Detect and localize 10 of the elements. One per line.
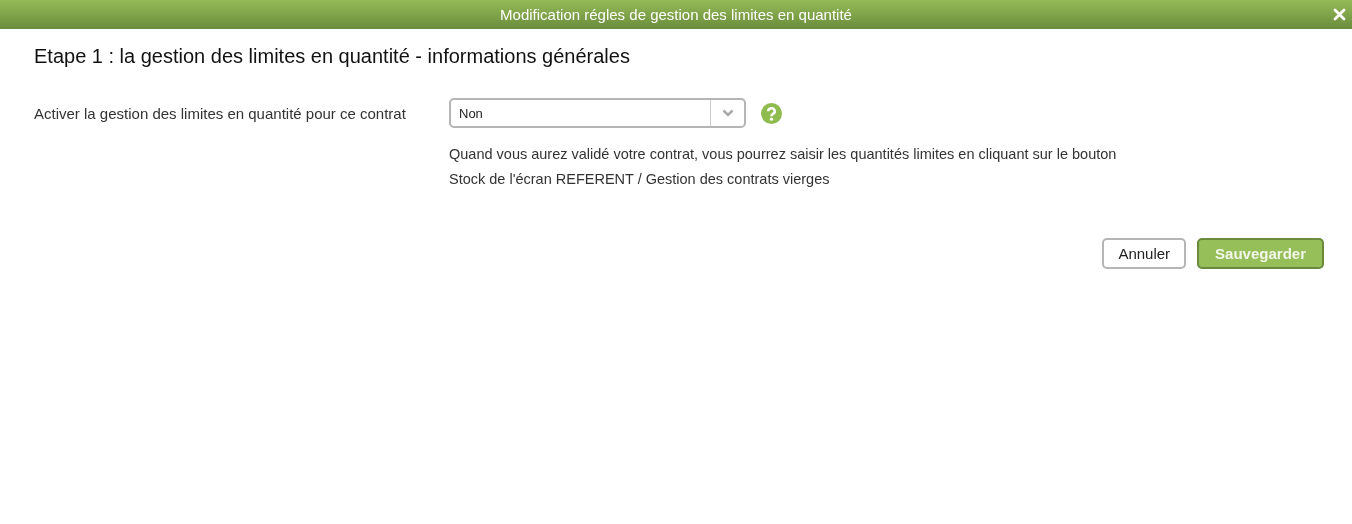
cancel-button[interactable]: Annuler — [1102, 238, 1187, 269]
help-text: Quand vous aurez validé votre contrat, vous pourrez saisir les quantités limites en cliquant sur le bouton Stock de l'écran REFERENT / Gestion des contrats vierges — [449, 145, 1118, 189]
window-title: Modification régles de gestion des limites en quantité — [500, 6, 852, 23]
close-icon — [1332, 7, 1346, 21]
help-icon[interactable] — [761, 102, 782, 124]
step-heading: Etape 1 : la gestion des limites en quantité - informations générales — [34, 45, 631, 68]
field-label: Activer la gestion des limites en quantité pour ce contrat — [34, 104, 407, 122]
chevron-down-icon — [721, 109, 734, 117]
dropdown-value: Non — [458, 105, 484, 121]
dropdown[interactable]: Non — [449, 98, 746, 128]
